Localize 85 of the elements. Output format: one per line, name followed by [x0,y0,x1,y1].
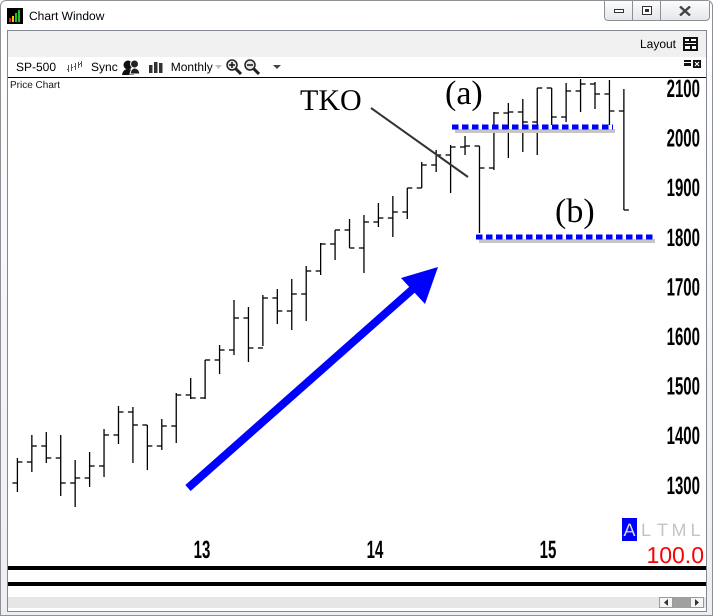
price-bar [156,419,167,450]
price-bar [200,359,210,399]
price-bar [272,289,282,324]
price-bar [488,112,499,170]
axis-label: 13 [194,536,210,564]
price-bar [431,150,442,172]
price-bar [26,435,37,472]
scroll-right-button[interactable] [690,597,704,608]
ohlc-bars-icon[interactable] [67,61,84,73]
scale-mode-button[interactable]: A [622,518,637,541]
axis-label: 2100 [666,78,700,104]
price-bar [301,266,312,321]
price-bar [561,83,572,122]
value-label: 100.0 [646,542,704,566]
price-bar [373,203,384,227]
axis-label: 1300 [666,472,700,500]
heads-icon[interactable] [122,59,140,75]
price-bar [171,393,182,443]
price-bar [388,196,398,237]
price-bar [186,378,196,399]
chart-title: Price Chart [10,80,60,91]
minimize-button[interactable] [604,1,633,21]
price-bar [243,307,254,362]
zoom-out-icon[interactable] [244,59,260,75]
price-bar [258,295,268,349]
zoom-in-icon[interactable] [226,59,242,75]
price-bar [41,432,52,463]
caret-icon[interactable] [272,65,281,69]
price-bar [358,215,369,273]
left-arrow-icon [664,599,668,606]
annotation-label: (a) [445,78,483,112]
axis-label: 1700 [666,274,700,302]
price-bar [330,229,340,260]
price-bar [12,458,22,492]
axis-label: 15 [540,536,556,564]
pane-minimize-icon[interactable] [684,60,691,66]
price-bar [99,429,110,477]
close-button[interactable] [660,1,710,21]
axis-label: 1500 [666,372,700,401]
maximize-button[interactable] [632,1,661,21]
axis-label: 1800 [666,224,700,252]
layout-label: Layout [640,37,676,51]
price-bar [142,424,152,470]
price-bar [402,187,412,219]
price-bar [56,435,66,496]
axis-label: 2000 [666,124,700,153]
price-bar [446,145,456,193]
price-bar [113,406,124,444]
price-bar [286,279,297,330]
axis-label: 14 [366,536,384,564]
period-dropdown[interactable]: Monthly [170,60,222,74]
price-bar [416,162,427,189]
pane-close-icon[interactable] [693,60,701,68]
close-icon [679,6,691,16]
window-title: Chart Window [29,8,104,22]
scroll-thumb[interactable] [673,597,690,608]
axis-label: 1400 [666,422,700,450]
price-bar [128,407,138,463]
price-bar [316,243,326,275]
layout-icon[interactable] [683,37,698,51]
maximize-icon [642,6,652,15]
caret-icon [214,65,222,69]
price-bar [604,80,614,125]
price-bar [460,136,470,155]
columns-icon[interactable] [148,62,163,72]
price-bar [70,460,80,507]
sync-button[interactable]: Sync [91,60,118,74]
right-arrow-icon [695,599,699,606]
price-bar [84,452,95,487]
price-bar [590,82,600,109]
scroll-left-button[interactable] [659,597,673,608]
axis-label: 1900 [666,174,700,202]
price-bar [546,87,557,125]
price-bar [503,103,514,158]
annotation-label: (b) [555,193,595,230]
axis-label: 1600 [666,323,700,352]
annotation-label: TKO [300,84,362,117]
price-bar [532,87,542,155]
price-bar [214,345,225,374]
price-bar [344,219,355,249]
minimize-icon [614,8,624,12]
symbol-button[interactable]: SP-500 [16,60,56,74]
bar-chart-icon [7,8,23,24]
price-bar [229,300,239,355]
price-bar [518,99,528,152]
